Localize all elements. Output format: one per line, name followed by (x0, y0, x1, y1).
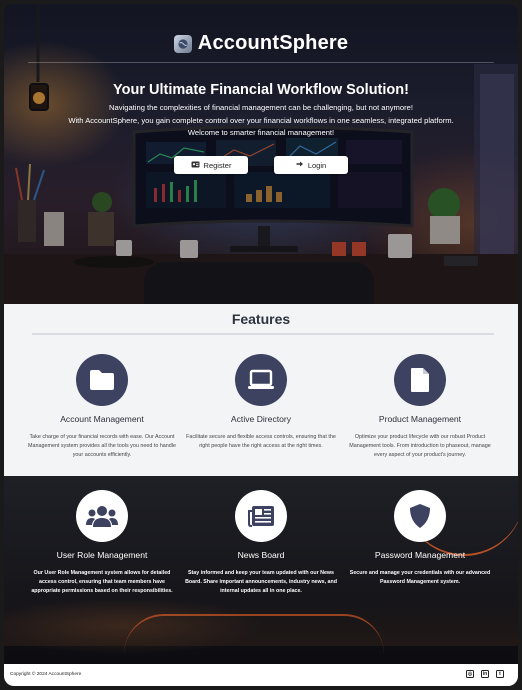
brand-name: AccountSphere (197, 32, 349, 54)
feature-title: User Role Management (56, 550, 148, 560)
feature-description: Optimize your product lifecycle with our… (349, 434, 491, 458)
brand: AccountSphere (4, 32, 518, 55)
feature-product-management: Product Management Optimize your product… (340, 354, 500, 460)
feature-description: Stay informed and keep your team updated… (185, 570, 337, 594)
footer: Copyright © 2024 AccountSphere ◎ in t (4, 664, 518, 686)
hero-content: AccountSphere Your Ultimate Financial Wo… (4, 4, 518, 304)
document-icon (394, 354, 446, 406)
linkedin-icon[interactable]: in (481, 670, 489, 678)
page-frame: AccountSphere Your Ultimate Financial Wo… (4, 4, 518, 686)
hero-buttons: Register Login (4, 156, 518, 174)
users-icon (76, 490, 128, 542)
instagram-icon[interactable]: ◎ (466, 670, 474, 678)
hero-title: Your Ultimate Financial Workflow Solutio… (113, 82, 409, 98)
feature-title: Active Directory (230, 414, 292, 424)
laptop-icon (235, 354, 287, 406)
hero-line-3: Welcome to smarter financial management! (187, 128, 335, 137)
features-divider (32, 333, 494, 335)
feature-active-directory: Active Directory Facilitate secure and f… (181, 354, 341, 451)
newspaper-icon (235, 490, 287, 542)
sign-in-icon (296, 160, 304, 170)
folder-icon (76, 354, 128, 406)
shield-icon (394, 490, 446, 542)
feature-title: News Board (237, 550, 285, 560)
divider (28, 62, 494, 63)
feature-news-board: News Board Stay informed and keep your t… (181, 490, 341, 596)
feature-account-management: Account Management Take charge of your f… (22, 354, 182, 460)
hero-description: Navigating the complexities of financial… (4, 102, 518, 140)
feature-description: Secure and manage your credentials with … (349, 570, 491, 585)
hero-line-1: Navigating the complexities of financial… (109, 103, 413, 112)
feature-description: Our User Role Management system allows f… (31, 570, 173, 594)
feature-title: Account Management (60, 414, 144, 424)
feature-description: Take charge of your financial records wi… (27, 434, 177, 458)
register-button[interactable]: Register (174, 156, 248, 174)
decorative-light-arc (124, 614, 384, 654)
login-label: Login (307, 160, 327, 170)
features-dark-section: User Role Management Our User Role Manag… (4, 476, 518, 664)
hero-section: AccountSphere Your Ultimate Financial Wo… (4, 4, 518, 304)
feature-title: Password Management (374, 550, 466, 560)
features-section: Features Account Management Take charge … (4, 304, 518, 476)
hero-line-2: With AccountSphere, you gain complete co… (68, 115, 454, 125)
id-card-icon (191, 161, 200, 170)
feature-user-role-management: User Role Management Our User Role Manag… (22, 490, 182, 596)
feature-password-management: Password Management Secure and manage yo… (340, 490, 500, 587)
features-title: Features (231, 311, 291, 327)
copyright-text: Copyright © 2024 AccountSphere (10, 672, 82, 677)
login-button[interactable]: Login (274, 156, 348, 174)
social-links: ◎ in t (466, 670, 504, 678)
register-label: Register (203, 160, 232, 170)
globe-icon (173, 34, 192, 53)
feature-title: Product Management (378, 414, 462, 424)
twitter-icon[interactable]: t (496, 670, 504, 678)
feature-description: Facilitate secure and flexible access co… (186, 434, 336, 449)
